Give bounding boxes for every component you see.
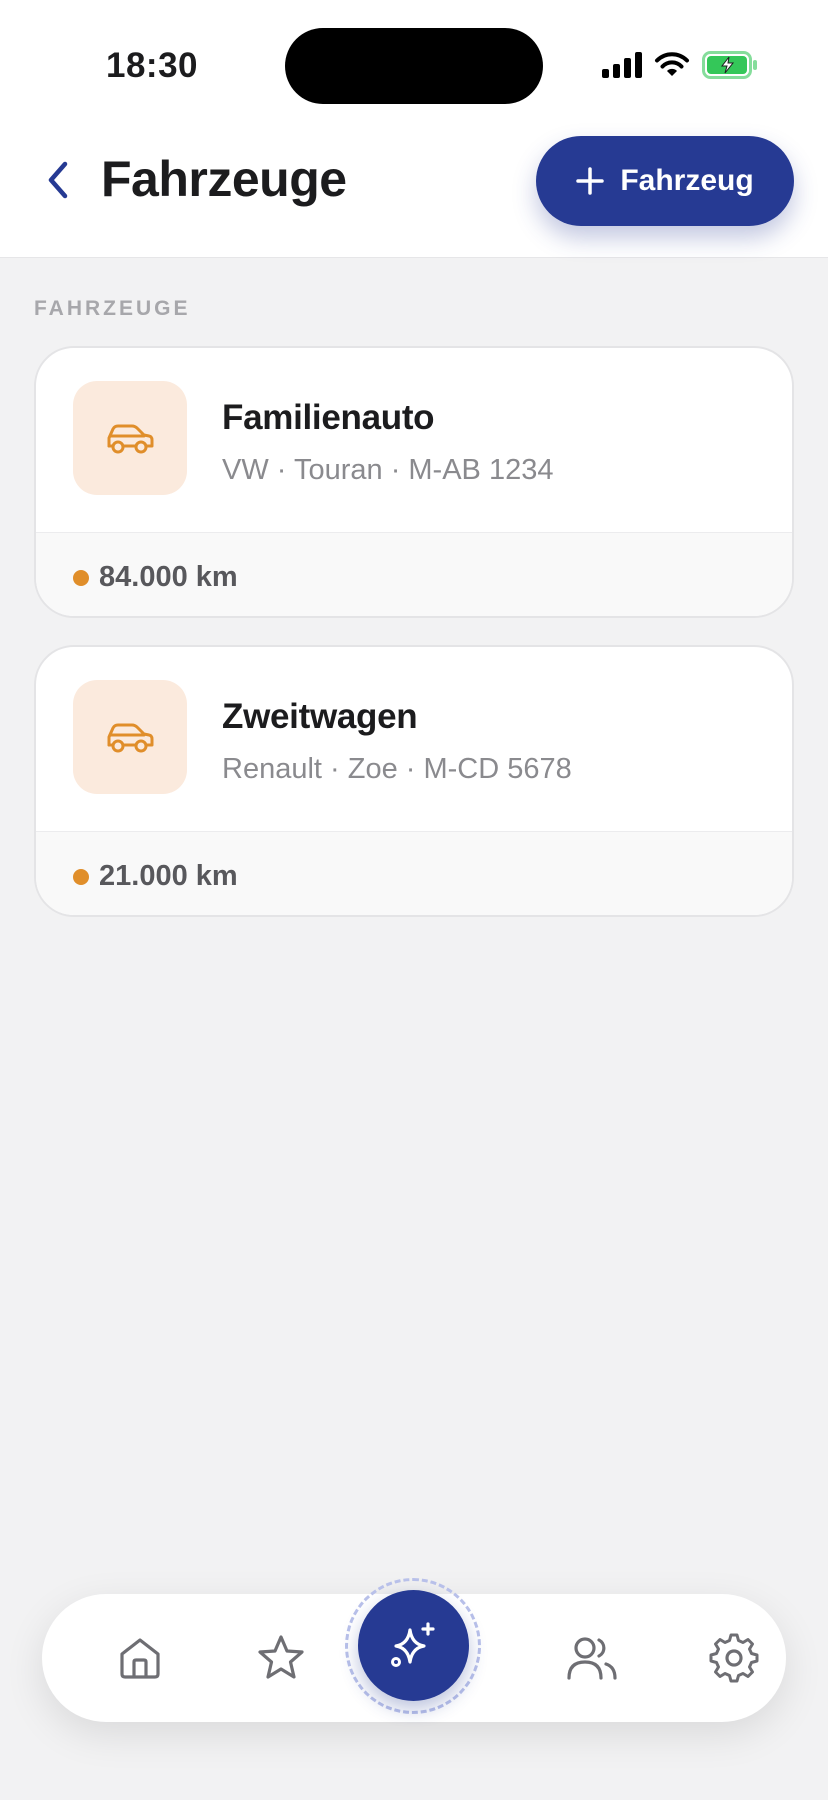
tab-settings[interactable]	[698, 1622, 770, 1694]
vehicle-card-footer: 21.000 km	[36, 831, 792, 915]
vehicle-meta: Renault · Zoe · M-CD 5678	[222, 753, 572, 785]
mileage-dot	[73, 869, 89, 885]
vehicle-card-header: Familienauto VW · Touran · M-AB 1234	[36, 348, 792, 532]
vehicle-icon-tile	[73, 680, 187, 794]
car-icon	[107, 424, 154, 454]
mileage-dot	[73, 570, 89, 586]
vehicle-meta: VW · Touran · M-AB 1234	[222, 454, 554, 486]
vehicle-mileage: 84.000 km	[99, 561, 238, 593]
section-label: FAHRZEUGE	[34, 297, 191, 320]
add-vehicle-label: Fahrzeug	[620, 164, 754, 197]
tab-favorites[interactable]	[245, 1622, 317, 1694]
sparkles-icon	[390, 1621, 435, 1667]
signal-icon	[602, 52, 642, 78]
vehicle-mileage: 21.000 km	[99, 860, 238, 892]
status-time: 18:30	[106, 46, 199, 85]
vehicle-card[interactable]: Familienauto VW · Touran · M-AB 1234 84.…	[34, 346, 794, 618]
users-icon	[567, 1637, 617, 1680]
vehicle-card[interactable]: Zweitwagen Renault · Zoe · M-CD 5678 21.…	[34, 645, 794, 917]
home-icon	[120, 1638, 160, 1679]
header-area: 18:30 Fahrzeuge Fahrzeug	[0, 0, 828, 258]
wifi-icon	[655, 52, 689, 76]
assistant-button[interactable]	[358, 1590, 469, 1701]
gear-icon	[709, 1633, 759, 1683]
add-vehicle-button[interactable]: Fahrzeug	[536, 136, 794, 226]
plus-icon	[576, 167, 605, 195]
car-icon	[107, 723, 154, 753]
tab-home[interactable]	[104, 1622, 176, 1694]
vehicle-icon-tile	[73, 381, 187, 495]
vehicle-name: Familienauto	[222, 398, 435, 437]
vehicle-name: Zweitwagen	[222, 697, 418, 736]
dynamic-island	[285, 28, 543, 104]
vehicle-card-footer: 84.000 km	[36, 532, 792, 616]
vehicle-card-header: Zweitwagen Renault · Zoe · M-CD 5678	[36, 647, 792, 831]
page-title: Fahrzeuge	[101, 151, 347, 207]
star-icon	[258, 1635, 304, 1679]
status-icons	[602, 50, 758, 80]
battery-charging-icon	[702, 51, 757, 79]
back-button[interactable]	[36, 158, 80, 202]
chevron-left-icon	[48, 161, 68, 199]
tab-people[interactable]	[556, 1622, 628, 1694]
